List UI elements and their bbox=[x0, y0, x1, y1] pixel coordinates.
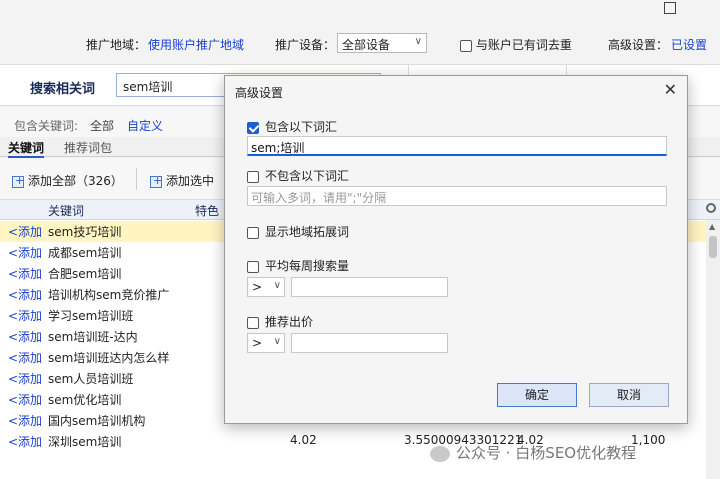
dedupe-label: 与账户已有词去重 bbox=[475, 38, 572, 52]
tab-keywords[interactable]: 关键词 bbox=[8, 139, 45, 158]
add-link[interactable]: <添加 bbox=[8, 391, 42, 408]
column-header-feature[interactable]: 特色 bbox=[195, 202, 219, 219]
window-restore-icon[interactable] bbox=[664, 2, 676, 14]
scroll-up-icon[interactable]: ▲ bbox=[709, 222, 715, 231]
add-selected-label: 添加选中 bbox=[166, 174, 215, 188]
dialog-title: 高级设置 bbox=[235, 86, 284, 100]
device-select-value: 全部设备 bbox=[342, 38, 391, 52]
region-option[interactable]: 显示地域拓展词 bbox=[247, 223, 349, 240]
watermark-text: 公众号 · 白杨SEO优化教程 bbox=[456, 444, 637, 462]
add-link[interactable]: <添加 bbox=[8, 412, 42, 429]
column-header-keyword[interactable]: 关键词 bbox=[48, 202, 84, 219]
add-link[interactable]: <添加 bbox=[8, 370, 42, 387]
cell-value: 1,100 bbox=[631, 433, 666, 447]
add-list-icon bbox=[12, 174, 24, 188]
add-link[interactable]: <添加 bbox=[8, 223, 42, 240]
scroll-thumb[interactable] bbox=[709, 236, 717, 258]
add-link[interactable]: <添加 bbox=[8, 328, 42, 345]
add-link[interactable]: <添加 bbox=[8, 286, 42, 303]
include-checkbox[interactable] bbox=[247, 121, 259, 134]
bid-input[interactable] bbox=[291, 333, 448, 353]
region-expand-label: 显示地域拓展词 bbox=[265, 225, 350, 239]
cancel-button[interactable]: 取消 bbox=[589, 383, 669, 407]
exclude-option[interactable]: 不包含以下词汇 bbox=[247, 167, 349, 184]
add-all-button[interactable]: 添加全部（326） bbox=[12, 172, 123, 189]
filter-label: 包含关键词: bbox=[14, 119, 79, 133]
keyword-cell: 成都sem培训 bbox=[48, 246, 122, 260]
keyword-cell: 学习sem培训班 bbox=[48, 309, 134, 323]
region-checkbox[interactable] bbox=[247, 226, 259, 239]
keyword-cell: sem培训班达内怎么样 bbox=[48, 351, 170, 365]
chevron-down-icon: ∨ bbox=[273, 336, 281, 347]
bid-option[interactable]: 推荐出价 bbox=[247, 313, 313, 330]
include-option[interactable]: 包含以下词汇 bbox=[247, 118, 337, 135]
advanced-settings-dialog: 高级设置 ✕ 包含以下词汇 sem;培训 不包含以下词汇 可输入多词，请用";"… bbox=[224, 75, 688, 424]
add-list-icon bbox=[150, 174, 162, 188]
keyword-cell: sem技巧培训 bbox=[48, 225, 122, 239]
keyword-cell: 国内sem培训机构 bbox=[48, 414, 146, 428]
avg-search-option[interactable]: 平均每周搜索量 bbox=[247, 257, 349, 274]
keyword-cell: sem培训班-达内 bbox=[48, 330, 138, 344]
keyword-cell: sem优化培训 bbox=[48, 393, 122, 407]
filter-custom[interactable]: 自定义 bbox=[127, 117, 163, 134]
add-link[interactable]: <添加 bbox=[8, 349, 42, 366]
vertical-scrollbar[interactable]: ▲ bbox=[706, 220, 720, 479]
dedupe-checkbox[interactable] bbox=[460, 39, 472, 52]
avg-search-input[interactable] bbox=[291, 277, 448, 297]
divider bbox=[136, 168, 137, 190]
gear-icon[interactable] bbox=[706, 203, 716, 213]
bid-checkbox[interactable] bbox=[247, 316, 259, 329]
exclude-checkbox[interactable] bbox=[247, 170, 259, 183]
avg-search-label: 平均每周搜索量 bbox=[265, 259, 350, 273]
keyword-cell: 深圳sem培训 bbox=[48, 435, 122, 449]
add-selected-button[interactable]: 添加选中 bbox=[150, 172, 214, 189]
bid-operator-select[interactable]: > ∨ bbox=[247, 333, 285, 353]
add-link[interactable]: <添加 bbox=[8, 433, 42, 450]
operator-value: > bbox=[252, 336, 263, 350]
add-link[interactable]: <添加 bbox=[8, 307, 42, 324]
chevron-down-icon: ∨ bbox=[273, 280, 281, 291]
operator-value: > bbox=[252, 280, 263, 294]
options-bar: 推广地域： 使用账户推广地域 推广设备： 全部设备 ∨ 与账户已有词去重 高级设… bbox=[0, 0, 720, 64]
include-label: 包含以下词汇 bbox=[265, 120, 338, 134]
wechat-icon bbox=[430, 445, 450, 462]
keyword-cell: 培训机构sem竞价推广 bbox=[48, 288, 170, 302]
ok-button[interactable]: 确定 bbox=[497, 383, 577, 407]
watermark: 公众号 · 白杨SEO优化教程 bbox=[430, 442, 636, 463]
close-icon[interactable]: ✕ bbox=[664, 80, 677, 99]
advanced-label: 高级设置： bbox=[608, 38, 669, 52]
chevron-down-icon: ∨ bbox=[414, 36, 422, 47]
exclude-label: 不包含以下词汇 bbox=[265, 169, 350, 183]
region-label: 推广地域： bbox=[86, 38, 147, 52]
add-link[interactable]: <添加 bbox=[8, 265, 42, 282]
exclude-input[interactable]: 可输入多词，请用";"分隔 bbox=[247, 186, 667, 206]
add-all-label: 添加全部（326） bbox=[28, 174, 123, 188]
include-input[interactable]: sem;培训 bbox=[247, 136, 667, 156]
search-title: 搜索相关词 bbox=[30, 82, 96, 97]
dedupe-option[interactable]: 与账户已有词去重 bbox=[460, 36, 572, 53]
region-link[interactable]: 使用账户推广地域 bbox=[148, 36, 244, 53]
avg-search-checkbox[interactable] bbox=[247, 260, 259, 273]
avg-search-operator-select[interactable]: > ∨ bbox=[247, 277, 285, 297]
tab-keyword-packs[interactable]: 推荐词包 bbox=[64, 139, 112, 156]
keyword-cell: sem人员培训班 bbox=[48, 372, 134, 386]
cell-value: 4.02 bbox=[290, 433, 317, 447]
bid-label: 推荐出价 bbox=[265, 315, 314, 329]
device-select[interactable]: 全部设备 ∨ bbox=[337, 33, 427, 53]
device-label: 推广设备： bbox=[275, 38, 336, 52]
filter-all[interactable]: 全部 bbox=[90, 117, 114, 134]
keyword-cell: 合肥sem培训 bbox=[48, 267, 122, 281]
add-link[interactable]: <添加 bbox=[8, 244, 42, 261]
advanced-link[interactable]: 已设置 bbox=[671, 36, 707, 53]
